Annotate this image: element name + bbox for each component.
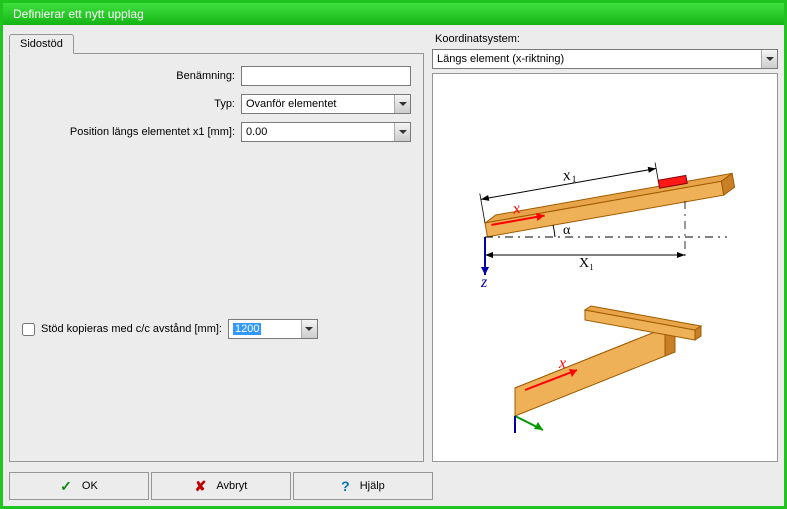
left-panel: Sidostöd Benämning: Typ: Ovanför element…	[9, 31, 424, 462]
copy-cc-value: 1200	[233, 323, 261, 335]
chevron-down-icon	[761, 50, 777, 68]
coord-label: Koordinatsystem:	[432, 31, 778, 49]
chevron-down-icon	[394, 123, 410, 141]
tab-label: Sidostöd	[20, 38, 63, 50]
ok-button[interactable]: ✓ OK	[9, 472, 149, 500]
type-label: Typ:	[22, 98, 241, 110]
title-bar: Definierar ett nytt upplag	[3, 3, 784, 25]
check-icon: ✓	[60, 478, 72, 495]
coord-select[interactable]: Längs element (x-riktning)	[432, 49, 778, 69]
x1-bottom-label: X₁	[579, 256, 594, 271]
copy-cc-label: Stöd kopieras med c/c avstånd [mm]:	[41, 323, 222, 335]
position-value: 0.00	[246, 126, 267, 138]
tab-sidostod[interactable]: Sidostöd	[9, 34, 74, 54]
chevron-down-icon	[301, 320, 317, 338]
ok-label: OK	[82, 480, 98, 492]
help-button[interactable]: ? Hjälp	[293, 472, 433, 500]
question-icon: ?	[341, 478, 350, 494]
copy-cc-select: 1200	[228, 319, 318, 339]
tab-strip: Sidostöd	[9, 31, 424, 53]
cancel-button[interactable]: ✘ Avbryt	[151, 472, 291, 500]
copy-cc-checkbox[interactable]	[22, 323, 35, 336]
window-title: Definierar ett nytt upplag	[13, 7, 144, 21]
row-position: Position längs elementet x1 [mm]: 0.00	[22, 122, 411, 142]
diagram-area: x x₁ α	[432, 73, 778, 462]
type-select[interactable]: Ovanför elementet	[241, 94, 411, 114]
cancel-label: Avbryt	[216, 480, 247, 492]
dialog-window: Definierar ett nytt upplag Sidostöd Benä…	[0, 0, 787, 509]
coord-value: Längs element (x-riktning)	[437, 53, 564, 65]
row-name: Benämning:	[22, 66, 411, 86]
x-label-bottom: x	[558, 355, 566, 372]
type-value: Ovanför elementet	[246, 98, 337, 110]
x-icon: ✘	[195, 478, 207, 495]
row-copy-cc: Stöd kopieras med c/c avstånd [mm]: 1200	[22, 319, 318, 339]
button-bar: ✓ OK ✘ Avbryt ? Hjälp	[3, 468, 784, 506]
diagram-svg: x x₁ α	[445, 103, 765, 433]
tab-body: Benämning: Typ: Ovanför elementet	[9, 53, 424, 462]
z-label-top: z	[480, 274, 488, 291]
name-input[interactable]	[241, 66, 411, 86]
row-type: Typ: Ovanför elementet	[22, 94, 411, 114]
name-label: Benämning:	[22, 70, 241, 82]
help-label: Hjälp	[360, 480, 385, 492]
chevron-down-icon	[394, 95, 410, 113]
position-select[interactable]: 0.00	[241, 122, 411, 142]
alpha-label: α	[563, 223, 571, 238]
right-panel: Koordinatsystem: Längs element (x-riktni…	[432, 31, 778, 462]
position-label: Position längs elementet x1 [mm]:	[22, 126, 241, 138]
content-area: Sidostöd Benämning: Typ: Ovanför element…	[3, 25, 784, 468]
x1-top-label: x₁	[561, 165, 577, 184]
